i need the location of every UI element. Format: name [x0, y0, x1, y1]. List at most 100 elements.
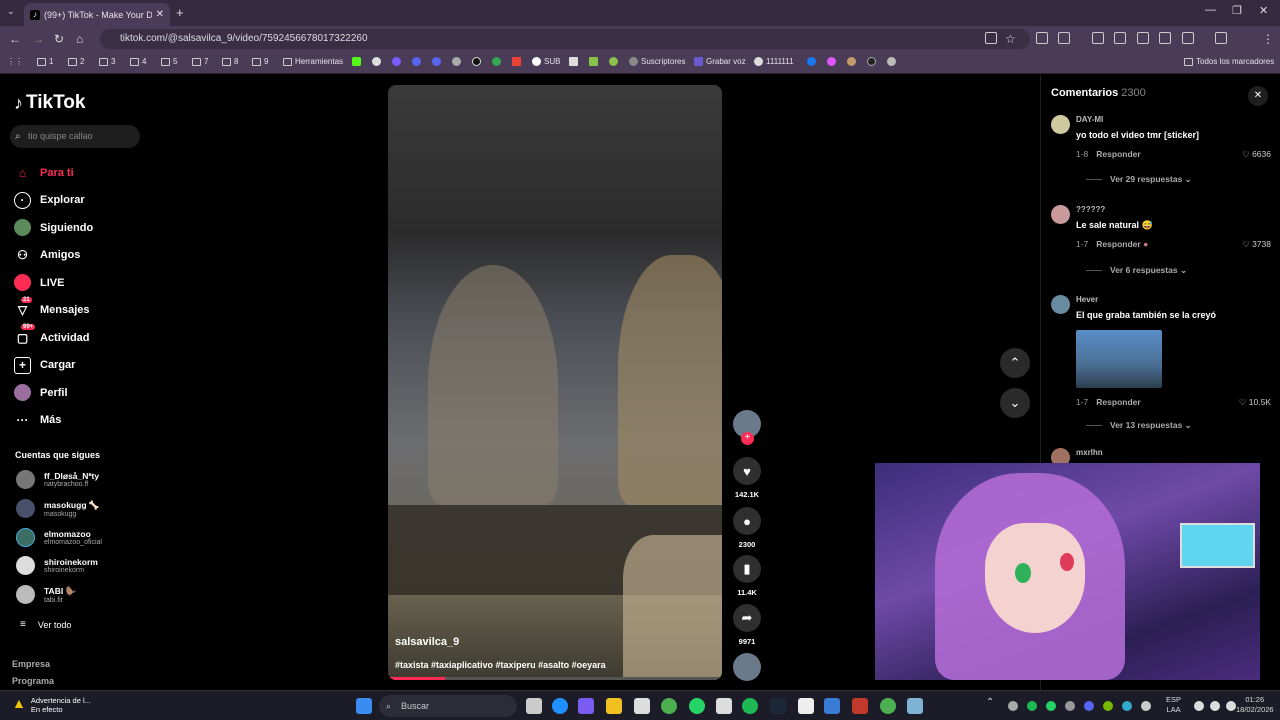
comment-like-button[interactable]: ♡ 10.5K — [1239, 397, 1271, 408]
install-icon[interactable] — [985, 32, 997, 44]
footer-program[interactable]: Programa — [12, 676, 54, 686]
app-icon[interactable] — [852, 698, 868, 714]
search-input[interactable]: ⌕ tio quispe callao — [10, 125, 140, 148]
video-player[interactable]: salsavilca_9 #taxista #taxiaplicativo #t… — [388, 85, 722, 680]
nav-profile[interactable]: Perfil — [14, 379, 93, 407]
bookmark-icon-6[interactable] — [452, 57, 464, 66]
tray-steam-icon[interactable] — [1065, 701, 1075, 711]
tray-whatsapp-icon[interactable] — [1046, 701, 1056, 711]
tray-chevron-icon[interactable]: ⌃ — [986, 698, 994, 708]
bookmark-folder-1[interactable]: 1 — [37, 57, 53, 66]
extension4-icon[interactable] — [1215, 32, 1227, 44]
network-icon[interactable] — [1194, 701, 1204, 711]
app-icon[interactable] — [824, 698, 840, 714]
sidepanel-icon[interactable] — [1182, 32, 1194, 44]
app-icon[interactable] — [716, 698, 732, 714]
bookmark-folder-herramientas[interactable]: Herramientas — [283, 57, 343, 66]
menu-icon[interactable]: ⋮ — [1262, 32, 1274, 46]
view-replies-button[interactable]: Ver 13 respuestas ⌄ — [1086, 420, 1192, 431]
comment-user[interactable]: mxrlhn — [1076, 448, 1103, 457]
avatar[interactable] — [1051, 205, 1070, 224]
bookmark-icon-10[interactable] — [569, 57, 581, 66]
reload-icon[interactable]: ↻ — [54, 32, 64, 46]
video-hashtags[interactable]: #taxista #taxiaplicativo #taxiperu #asal… — [395, 660, 606, 670]
taskbar-search[interactable]: ⌕ Buscar — [379, 695, 517, 717]
whatsapp-icon[interactable] — [689, 698, 705, 714]
bookmark-grabar-voz[interactable]: Grabar voz — [694, 57, 746, 66]
store-icon[interactable] — [634, 698, 650, 714]
nav-explore[interactable]: · Explorar — [14, 187, 93, 215]
download-icon[interactable] — [1137, 32, 1149, 44]
bookmark-icon-2[interactable] — [372, 57, 384, 66]
browser-tab-active[interactable]: ♪ (99+) TikTok - Make Your Da ✕ — [24, 3, 170, 26]
bookmark-1111111[interactable]: 1111111 — [754, 57, 794, 66]
language-indicator[interactable]: ESP LAA — [1166, 695, 1181, 715]
capcut-icon[interactable] — [798, 698, 814, 714]
comment-user[interactable]: DAY-MI — [1076, 115, 1103, 124]
share-button[interactable]: ➦ 9971 — [732, 604, 762, 646]
back-icon[interactable]: ← — [9, 32, 21, 46]
reply-button[interactable]: Responder — [1096, 397, 1140, 407]
copilot-icon[interactable] — [578, 698, 594, 714]
spotify-icon[interactable] — [742, 698, 758, 714]
nav-activity[interactable]: ▢ 99+ Actividad — [14, 324, 93, 352]
bookmark-icon-5[interactable] — [432, 57, 444, 66]
following-account[interactable]: TABI 🦫 tabi.fit — [16, 585, 76, 604]
comment-user[interactable]: Hever — [1076, 295, 1098, 304]
bookmark-icon-4[interactable] — [412, 57, 424, 66]
bookmark-icon-13[interactable] — [827, 57, 839, 66]
bookmark-sub[interactable]: SUB — [532, 57, 560, 66]
warning-widget[interactable]: ▲ Advertencia de l... En efecto — [12, 696, 91, 714]
comment-sticker-image[interactable] — [1076, 330, 1162, 388]
video-progress-bar[interactable] — [388, 677, 722, 680]
home-icon[interactable]: ⌂ — [76, 32, 83, 46]
bookmark-icon-16[interactable] — [887, 57, 899, 66]
nav-friends[interactable]: ⚇ Amigos — [14, 242, 93, 270]
puzzle-icon[interactable] — [1058, 32, 1070, 44]
bookmark-folder-9[interactable]: 9 — [252, 57, 268, 66]
tray-icon[interactable] — [1008, 701, 1018, 711]
bookmark-folder-3[interactable]: 3 — [99, 57, 115, 66]
tab-search-icon[interactable]: ⌄ — [7, 6, 15, 17]
apps-icon[interactable]: ⋮⋮ — [7, 57, 23, 66]
comment-button[interactable]: ● 2300 — [732, 507, 762, 549]
close-comments-button[interactable]: ✕ — [1248, 86, 1268, 106]
bookmark-kick[interactable] — [352, 57, 364, 66]
bookmark-folder-2[interactable]: 2 — [68, 57, 84, 66]
bookmark-icon-15[interactable] — [867, 57, 879, 66]
comment-like-button[interactable]: ♡ 6636 — [1242, 149, 1271, 160]
edge-icon[interactable] — [552, 698, 568, 714]
comment-user[interactable]: ?????? — [1076, 205, 1105, 214]
bookmark-folder-4[interactable]: 4 — [130, 57, 146, 66]
task-view-icon[interactable] — [526, 698, 542, 714]
reply-button[interactable]: Responder — [1096, 239, 1140, 249]
following-account[interactable]: shiroinekorm shiroinekorm — [16, 556, 98, 575]
previous-video-button[interactable]: ⌃ — [1000, 348, 1030, 378]
clock[interactable]: 01:26 18/02/2026 — [1236, 695, 1274, 715]
follow-plus-icon[interactable]: + — [741, 432, 754, 445]
sound-avatar-button[interactable] — [732, 653, 762, 681]
nav-upload[interactable]: + Cargar — [14, 352, 93, 380]
star-icon[interactable]: ☆ — [1005, 32, 1016, 46]
extension-icon[interactable] — [1036, 32, 1048, 44]
extension2-icon[interactable] — [1092, 32, 1104, 44]
file-explorer-icon[interactable] — [606, 698, 622, 714]
comment-like-button[interactable]: ♡ 3738 — [1242, 239, 1271, 250]
bookmark-folder-5[interactable]: 5 — [161, 57, 177, 66]
bookmark-folder-7[interactable]: 7 — [192, 57, 208, 66]
author-avatar-button[interactable]: + — [732, 410, 762, 445]
tray-icon[interactable] — [1122, 701, 1132, 711]
avatar[interactable] — [1051, 295, 1070, 314]
tray-icon[interactable] — [1141, 701, 1151, 711]
battery-icon[interactable] — [1226, 701, 1236, 711]
forward-icon[interactable]: → — [32, 32, 44, 46]
bookmark-folder-8[interactable]: 8 — [222, 57, 238, 66]
bookmark-icon-7[interactable] — [472, 57, 484, 66]
bookmark-facebook[interactable] — [807, 57, 819, 66]
link-icon[interactable] — [1159, 32, 1171, 44]
bookmark-icon-9[interactable] — [512, 57, 524, 66]
footer-company[interactable]: Empresa — [12, 659, 50, 669]
see-all-button[interactable]: ≡ Ver todo — [20, 619, 71, 630]
following-account[interactable]: masokugg 🦴 masokugg — [16, 499, 99, 518]
all-bookmarks[interactable]: Todos los marcadores — [1184, 57, 1274, 66]
